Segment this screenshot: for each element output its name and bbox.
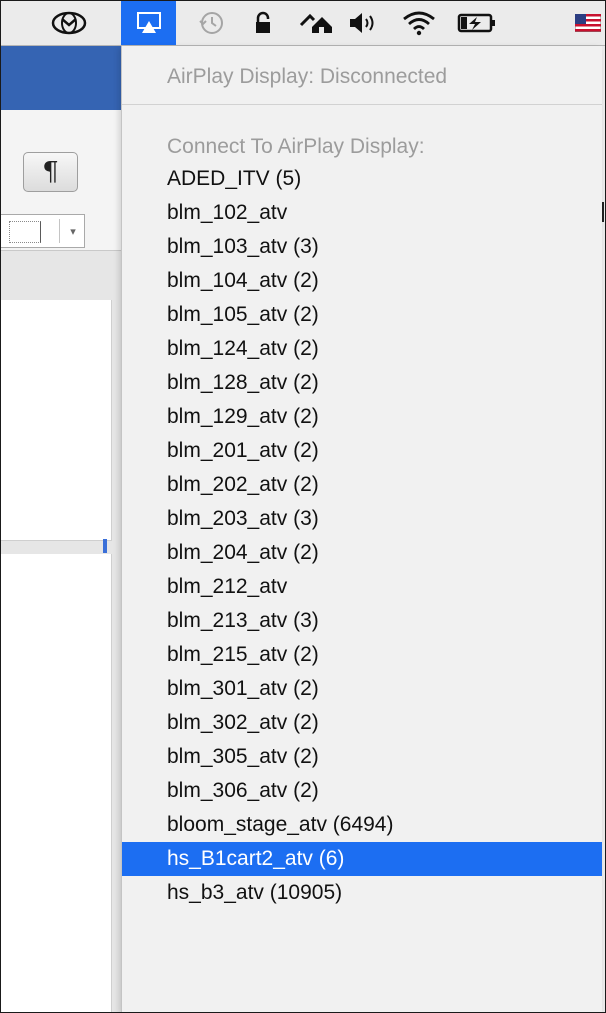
border-style-dropdown[interactable]: ▾ <box>1 214 85 248</box>
airplay-display-item[interactable]: blm_203_atv (3) <box>122 502 602 536</box>
lock-icon[interactable] <box>251 1 275 45</box>
fox-globe-icon[interactable] <box>49 1 89 45</box>
airplay-display-icon <box>121 1 176 45</box>
app-title-bar <box>1 46 121 110</box>
airplay-display-item[interactable]: bloom_stage_atv (6494) <box>122 808 602 842</box>
airplay-dropdown-menu: AirPlay Display: Disconnected Connect To… <box>121 46 602 1012</box>
airplay-display-item[interactable]: blm_306_atv (2) <box>122 774 602 808</box>
pilcrow-icon: ¶ <box>42 157 59 187</box>
show-formatting-button[interactable]: ¶ <box>23 152 78 192</box>
menu-bar <box>1 1 605 46</box>
menu-separator <box>122 104 602 105</box>
airplay-display-item[interactable]: hs_b3_atv (10905) <box>122 876 602 910</box>
screenshot-frame: ¶ ▾ AirPlay Display: Disconnected Connec… <box>0 0 606 1013</box>
airplay-display-item[interactable]: blm_215_atv (2) <box>122 638 602 672</box>
airplay-display-item[interactable]: blm_102_atv <box>122 196 602 230</box>
airplay-display-item[interactable]: ADED_ITV (5) <box>122 162 602 196</box>
airplay-status-label: AirPlay Display: Disconnected <box>167 65 448 88</box>
text-cursor-marker <box>103 539 107 553</box>
airplay-menu-extra[interactable] <box>121 1 176 45</box>
airplay-display-item[interactable]: blm_129_atv (2) <box>122 400 602 434</box>
connect-section-header: Connect To AirPlay Display: <box>167 135 425 158</box>
border-swatch-icon <box>9 221 41 243</box>
chevron-down-icon[interactable]: ▾ <box>63 215 83 247</box>
airplay-display-item[interactable]: blm_302_atv (2) <box>122 706 602 740</box>
airplay-display-item[interactable]: blm_212_atv <box>122 570 602 604</box>
us-flag-input-icon[interactable] <box>575 1 603 45</box>
airplay-display-item[interactable]: blm_213_atv (3) <box>122 604 602 638</box>
airplay-display-item[interactable]: blm_104_atv (2) <box>122 264 602 298</box>
airplay-display-item[interactable]: blm_124_atv (2) <box>122 332 602 366</box>
airplay-display-item[interactable]: blm_204_atv (2) <box>122 536 602 570</box>
airplay-display-item[interactable]: blm_103_atv (3) <box>122 230 602 264</box>
wifi-icon[interactable] <box>399 1 439 45</box>
airplay-display-item[interactable]: blm_202_atv (2) <box>122 468 602 502</box>
battery-charging-icon[interactable] <box>455 1 499 45</box>
document-page <box>1 554 112 1012</box>
airplay-display-item[interactable]: hs_B1cart2_atv (6) <box>122 842 602 876</box>
dropdown-divider <box>59 219 60 243</box>
airplay-display-list: ADED_ITV (5) blm_102_atv blm_103_atv (3) bl… <box>122 162 602 910</box>
airplay-display-item[interactable]: blm_105_atv (2) <box>122 298 602 332</box>
background-app-window: ¶ ▾ <box>1 46 121 1012</box>
airplay-display-item[interactable]: blm_201_atv (2) <box>122 434 602 468</box>
volume-icon[interactable] <box>347 1 383 45</box>
document-page <box>1 300 112 541</box>
airplay-display-item[interactable]: blm_128_atv (2) <box>122 366 602 400</box>
network-shared-icon[interactable] <box>297 1 337 45</box>
airplay-display-item[interactable]: blm_301_atv (2) <box>122 672 602 706</box>
airplay-display-item[interactable]: blm_305_atv (2) <box>122 740 602 774</box>
time-machine-icon[interactable] <box>197 1 227 45</box>
